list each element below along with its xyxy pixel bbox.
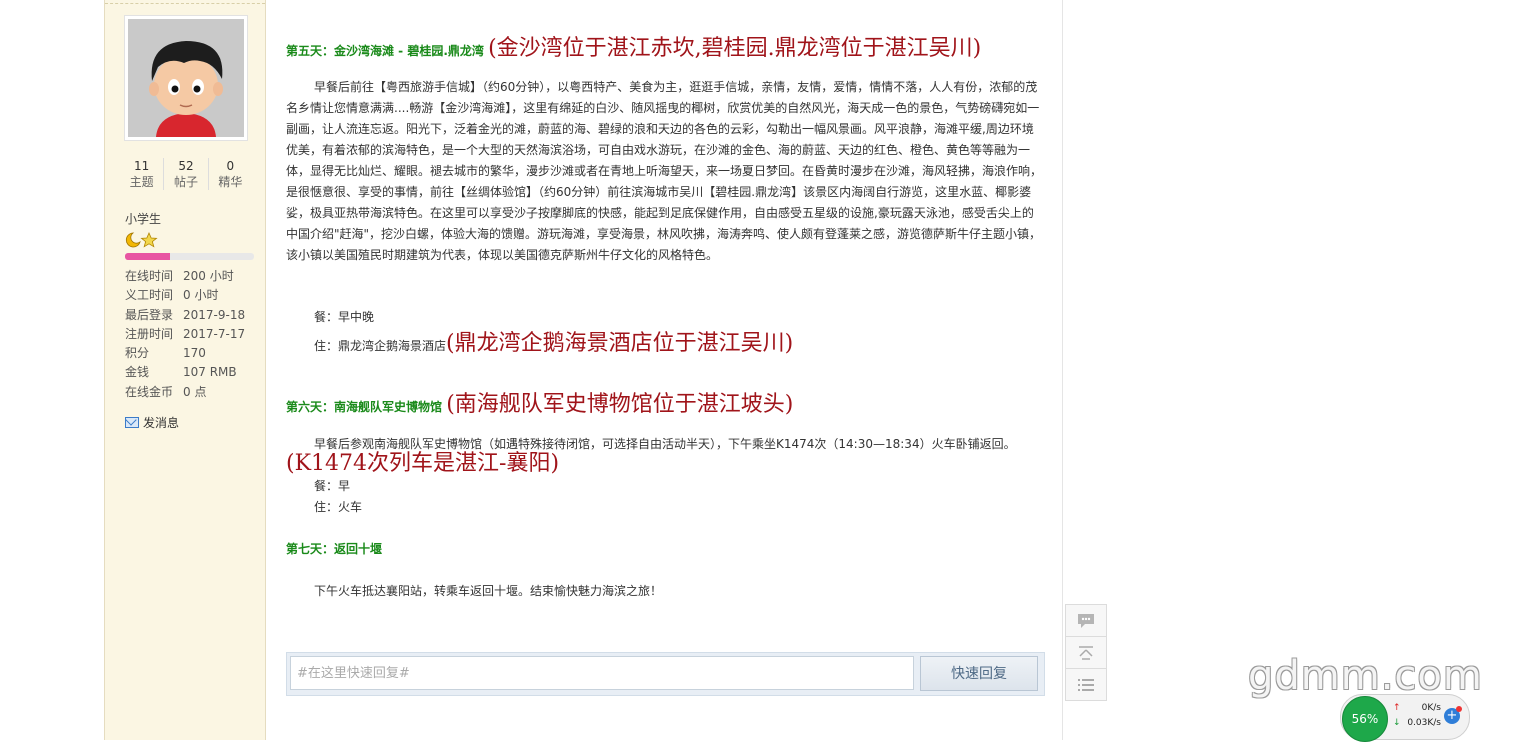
day6-note: (南海舰队军史博物馆位于湛江坡头) <box>446 392 794 417</box>
content-divider <box>1062 0 1063 740</box>
notification-dot <box>1456 706 1462 712</box>
side-toolbar <box>1065 604 1107 701</box>
stat-threads-count: 11 <box>134 159 150 173</box>
boy-avatar-icon <box>128 19 244 137</box>
day6-body-block: 早餐后参观南海舰队军史博物馆（如遇特殊接待闭馆，可选择自由活动半天），下午乘坐K… <box>286 434 1044 476</box>
day7-heading: 第七天：返回十堰 <box>286 540 382 557</box>
info-value: 200 小时 <box>183 269 234 283</box>
rank-progress-fill <box>125 253 171 260</box>
info-money: 金钱 107 RMB <box>125 363 245 382</box>
info-value: 2017-7-17 <box>183 326 246 341</box>
day5-meal: 餐：早中晚 <box>314 310 375 324</box>
day5-stay-note: (鼎龙湾企鹅海景酒店位于湛江吴川) <box>446 331 794 356</box>
info-value: 0 小时 <box>183 288 219 303</box>
user-stats: 11 主题 52 帖子 0 精华 <box>120 158 252 190</box>
day6-body: 早餐后参观南海舰队军史博物馆（如遇特殊接待闭馆，可选择自由活动半天），下午乘坐K… <box>314 437 1016 451</box>
day7-title: 第七天：返回十堰 <box>286 542 383 556</box>
download-speed-value: 0.03K/s <box>1407 718 1441 728</box>
upload-speed-value: 0K/s <box>1421 703 1441 713</box>
day6-stay: 住：火车 <box>314 500 363 514</box>
info-value: 107 RMB <box>183 365 237 380</box>
comment-button[interactable] <box>1065 604 1107 637</box>
info-label: 在线时间 <box>125 269 174 283</box>
mail-icon <box>125 417 139 428</box>
stat-threads-label: 主题 <box>129 175 154 189</box>
info-label: 义工时间 <box>125 288 174 303</box>
speed-gauge: 56% <box>1342 696 1388 742</box>
download-speed: ↓ 0.03K/s <box>1393 718 1441 728</box>
send-message-link[interactable]: 发消息 <box>125 414 179 431</box>
stat-digest-label: 精华 <box>218 175 243 189</box>
info-value: 2017-9-18 <box>183 307 246 322</box>
quick-reply-input[interactable]: #在这里快速回复# <box>290 656 914 690</box>
stat-threads[interactable]: 11 主题 <box>120 158 165 190</box>
day5-note: (金沙湾位于湛江赤坎,碧桂园.鼎龙湾位于湛江吴川) <box>488 36 982 61</box>
day6-title: 第六天：南海舰队军史博物馆 <box>286 400 443 414</box>
user-rank: 小学生 <box>125 212 162 226</box>
info-label: 最后登录 <box>125 307 174 322</box>
day6-heading: 第六天：南海舰队军史博物馆 (南海舰队军史博物馆位于湛江坡头) <box>286 386 793 418</box>
avatar-image <box>128 19 244 137</box>
day5-heading: 第五天：金沙湾海滩 - 碧桂园.鼎龙湾 (金沙湾位于湛江赤坎,碧桂园.鼎龙湾位于… <box>286 30 981 62</box>
send-message-label: 发消息 <box>143 416 180 430</box>
info-label: 积分 <box>125 346 150 361</box>
back-to-top-icon <box>1079 645 1093 660</box>
stat-posts[interactable]: 52 帖子 <box>164 158 209 190</box>
rank-progress-bar <box>125 253 254 260</box>
quick-reply-button[interactable]: 快速回复 <box>920 656 1038 691</box>
rank-moon-star-icon <box>125 232 159 252</box>
info-register-time: 注册时间 2017-7-17 <box>125 325 245 344</box>
info-label: 注册时间 <box>125 326 174 341</box>
day6-body-note: (K1474次列车是湛江-襄阳) <box>286 451 560 476</box>
info-label: 金钱 <box>125 365 150 380</box>
info-value: 0 点 <box>183 384 207 399</box>
network-speed-widget[interactable]: 56% ↑ 0K/s ↓ 0.03K/s + <box>1340 694 1470 742</box>
download-arrow-icon: ↓ <box>1393 718 1401 728</box>
list-icon <box>1078 678 1094 691</box>
day5-title: 第五天：金沙湾海滩 - 碧桂园.鼎龙湾 <box>286 44 484 58</box>
day7-body: 下午火车抵达襄阳站，转乘车返回十堰。结束愉快魅力海滨之旅！ <box>314 584 663 598</box>
info-volunteer-time: 义工时间 0 小时 <box>125 286 245 305</box>
avatar[interactable] <box>124 15 248 141</box>
list-button[interactable] <box>1065 668 1107 701</box>
info-online-time: 在线时间 200 小时 <box>125 267 245 286</box>
user-panel: 11 主题 52 帖子 0 精华 小学生 在线时间 200 小时 义工时间 0 … <box>104 0 266 740</box>
stat-digest[interactable]: 0 精华 <box>209 158 252 190</box>
user-info-list: 在线时间 200 小时 义工时间 0 小时 最后登录 2017-9-18 注册时… <box>125 267 245 402</box>
day5-body: 早餐后前往【粤西旅游手信城】（约60分钟），以粤西特产、美食为主，逛逛手信城，亲… <box>286 80 1043 262</box>
day5-stay: 住：鼎龙湾企鹅海景酒店 <box>314 339 447 353</box>
upload-speed: ↑ 0K/s <box>1393 703 1441 713</box>
upload-arrow-icon: ↑ <box>1393 703 1401 713</box>
divider <box>105 3 265 4</box>
day5-stay-line: 住：鼎龙湾企鹅海景酒店(鼎龙湾企鹅海景酒店位于湛江吴川) <box>314 325 793 357</box>
info-label: 在线金币 <box>125 384 174 399</box>
stat-posts-label: 帖子 <box>173 175 198 189</box>
site-watermark: gdmm.com <box>1248 653 1483 699</box>
comment-icon <box>1078 613 1094 628</box>
info-points: 积分 170 <box>125 344 245 363</box>
day6-meal: 餐：早 <box>314 479 351 493</box>
stat-posts-count: 52 <box>178 159 194 173</box>
info-last-login: 最后登录 2017-9-18 <box>125 306 245 325</box>
stat-digest-count: 0 <box>226 159 235 173</box>
info-value: 170 <box>183 346 206 361</box>
quick-reply-bar: #在这里快速回复# 快速回复 <box>286 652 1045 696</box>
back-to-top-button[interactable] <box>1065 636 1107 669</box>
info-online-gold: 在线金币 0 点 <box>125 383 245 402</box>
